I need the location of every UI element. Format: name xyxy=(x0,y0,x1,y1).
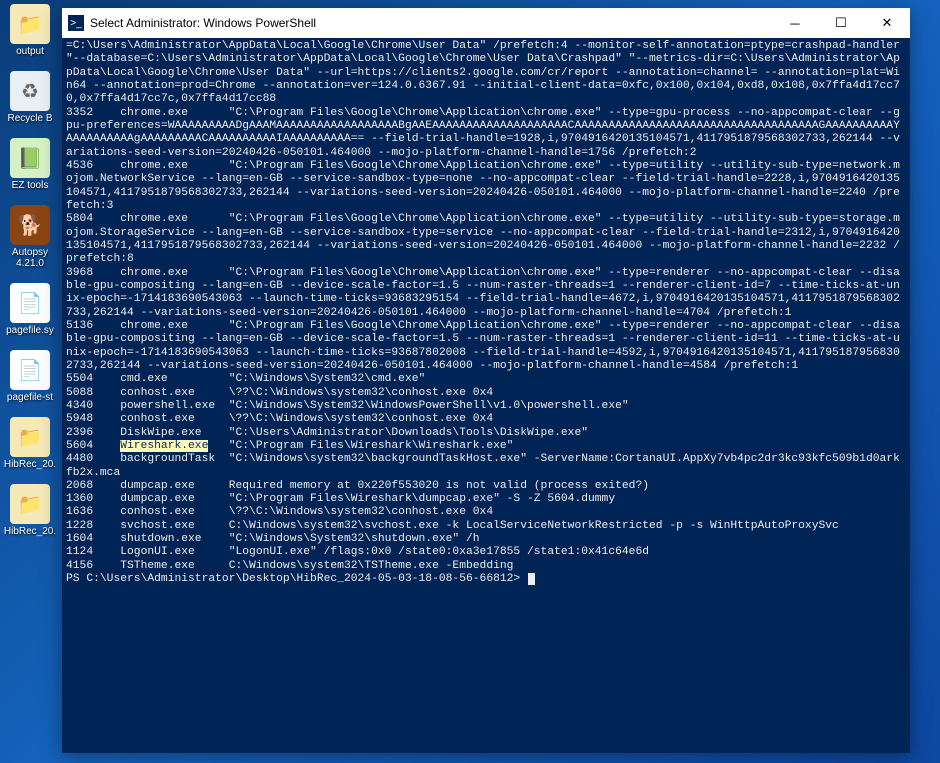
icon-label: pagefile.sy xyxy=(6,325,54,336)
autopsy-icon: 🐕 xyxy=(10,205,50,245)
icon-label: output xyxy=(16,46,44,57)
process-row: 2068 dumpcap.exe Required memory at 0x22… xyxy=(66,480,906,493)
desktop-icon-output[interactable]: 📁 output xyxy=(2,4,58,57)
powershell-icon: >_ xyxy=(68,15,84,31)
window-titlebar[interactable]: >_ Select Administrator: Windows PowerSh… xyxy=(62,8,910,38)
process-row: 4480 backgroundTask "C:\Windows\system32… xyxy=(66,453,906,480)
process-row: 3352 chrome.exe "C:\Program Files\Google… xyxy=(66,107,906,160)
process-row: 5504 cmd.exe "C:\Windows\System32\cmd.ex… xyxy=(66,373,906,386)
desktop-icon-autopsy[interactable]: 🐕 Autopsy 4.21.0 xyxy=(2,205,58,269)
desktop-icon-pagefile-st[interactable]: 📄 pagefile-st xyxy=(2,350,58,403)
desktop-icon-hibrec-1[interactable]: 📁 HibRec_20. xyxy=(2,417,58,470)
document-icon: 📄 xyxy=(10,283,50,323)
powershell-window: >_ Select Administrator: Windows PowerSh… xyxy=(62,8,910,753)
cursor xyxy=(528,573,535,585)
desktop-icons-column: 📁 output ♻ Recycle B 📗 EZ tools 🐕 Autops… xyxy=(0,0,60,763)
desktop-icon-pagefile-sys[interactable]: 📄 pagefile.sy xyxy=(2,283,58,336)
desktop-icon-ez-tools[interactable]: 📗 EZ tools xyxy=(2,138,58,191)
process-row: 5088 conhost.exe \??\C:\Windows\system32… xyxy=(66,387,906,400)
process-row: =C:\Users\Administrator\AppData\Local\Go… xyxy=(66,40,906,107)
process-row: 5948 conhost.exe \??\C:\Windows\system32… xyxy=(66,413,906,426)
icon-label: EZ tools xyxy=(12,180,49,191)
icon-label: pagefile-st xyxy=(7,392,53,403)
process-row: 1360 dumpcap.exe "C:\Program Files\Wires… xyxy=(66,493,906,506)
desktop-icon-hibrec-2[interactable]: 📁 HibRec_20. xyxy=(2,484,58,537)
folder-icon: 📁 xyxy=(10,4,50,44)
process-row: 1636 conhost.exe \??\C:\Windows\system32… xyxy=(66,506,906,519)
folder-icon: 📁 xyxy=(10,484,50,524)
window-title: Select Administrator: Windows PowerShell xyxy=(90,16,772,30)
process-row: 3968 chrome.exe "C:\Program Files\Google… xyxy=(66,267,906,320)
maximize-button[interactable]: ☐ xyxy=(818,8,864,38)
icon-label: HibRec_20. xyxy=(4,459,56,470)
close-button[interactable]: ✕ xyxy=(864,8,910,38)
process-row: 1124 LogonUI.exe "LogonUI.exe" /flags:0x… xyxy=(66,546,906,559)
icon-label: Autopsy 4.21.0 xyxy=(12,247,48,269)
app-icon: 📗 xyxy=(10,138,50,178)
minimize-button[interactable]: ─ xyxy=(772,8,818,38)
process-row: 5136 chrome.exe "C:\Program Files\Google… xyxy=(66,320,906,373)
process-row: 4536 chrome.exe "C:\Program Files\Google… xyxy=(66,160,906,213)
process-row: 1228 svchost.exe C:\Windows\system32\svc… xyxy=(66,520,906,533)
process-row: 2396 DiskWipe.exe "C:\Users\Administrato… xyxy=(66,427,906,440)
recycle-bin-icon: ♻ xyxy=(10,71,50,111)
terminal-output[interactable]: =C:\Users\Administrator\AppData\Local\Go… xyxy=(62,38,910,753)
process-row: 5604 Wireshark.exe "C:\Program Files\Wir… xyxy=(66,440,906,453)
process-row: 4156 TSTheme.exe C:\Windows\system32\TST… xyxy=(66,560,906,573)
process-row: 5804 chrome.exe "C:\Program Files\Google… xyxy=(66,213,906,266)
icon-label: Recycle B xyxy=(7,113,52,124)
document-icon: 📄 xyxy=(10,350,50,390)
prompt-line[interactable]: PS C:\Users\Administrator\Desktop\HibRec… xyxy=(66,573,906,586)
desktop-icon-recycle-bin[interactable]: ♻ Recycle B xyxy=(2,71,58,124)
process-row: 4340 powershell.exe "C:\Windows\System32… xyxy=(66,400,906,413)
icon-label: HibRec_20. xyxy=(4,526,56,537)
process-row: 1604 shutdown.exe "C:\Windows\System32\s… xyxy=(66,533,906,546)
folder-icon: 📁 xyxy=(10,417,50,457)
